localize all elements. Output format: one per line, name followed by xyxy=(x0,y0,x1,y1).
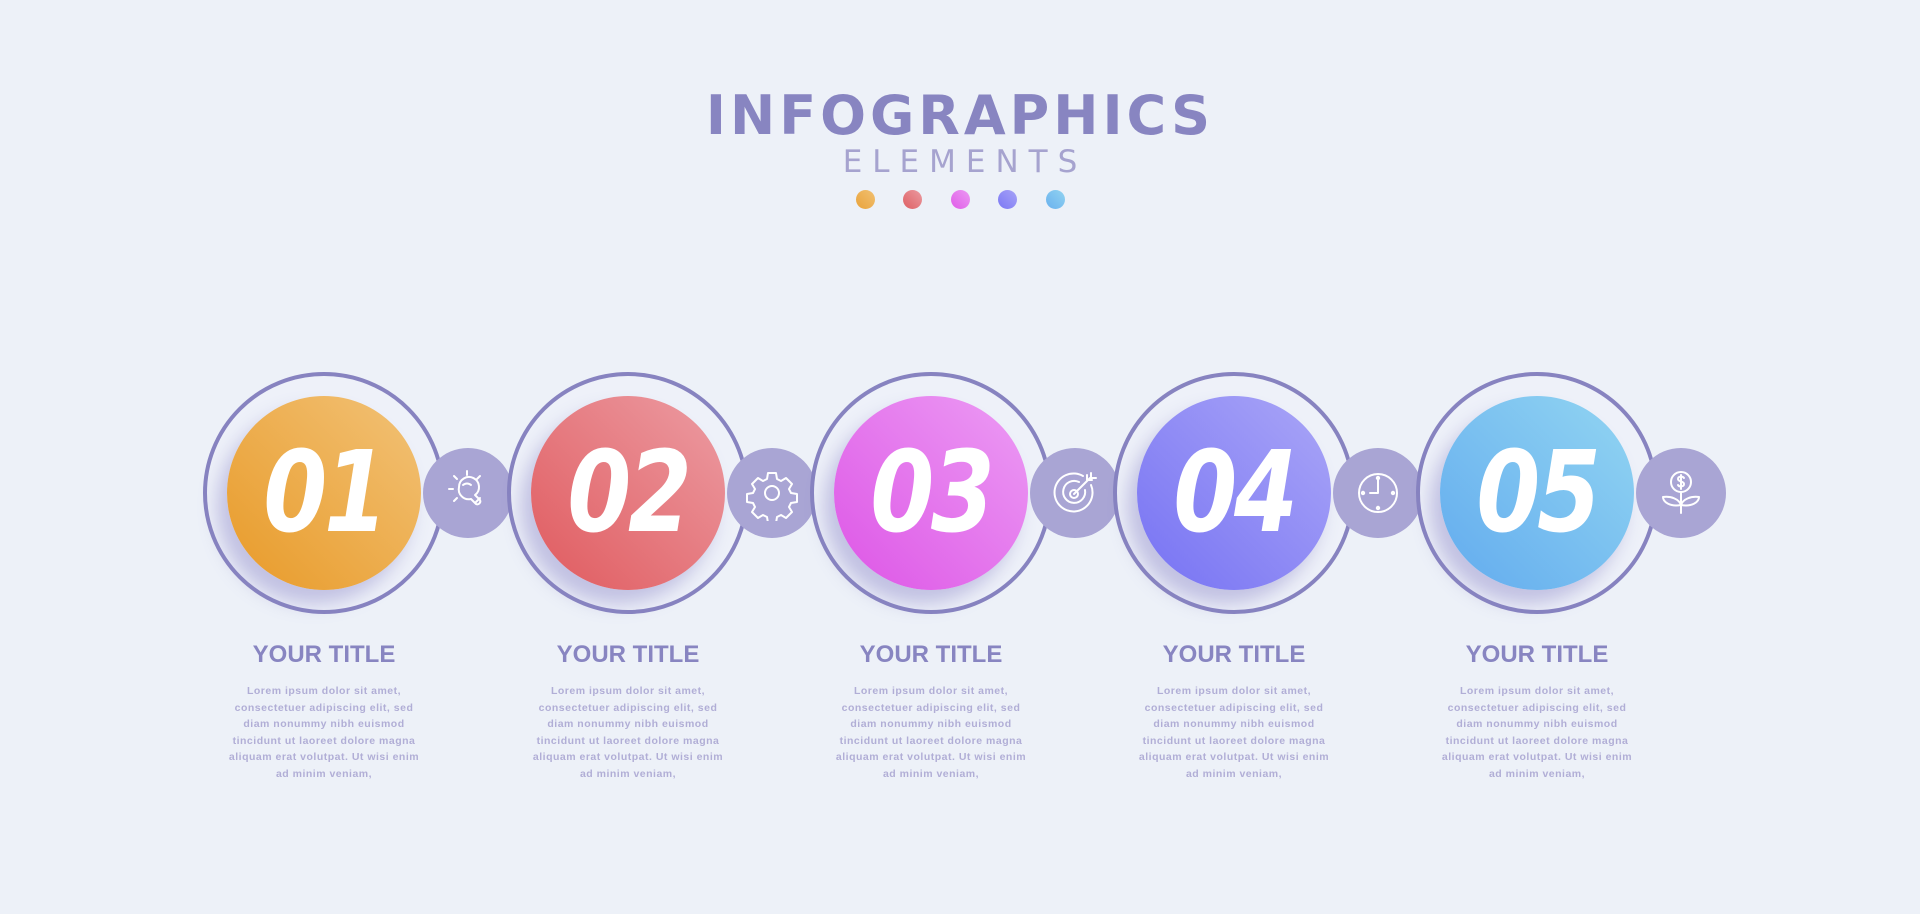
description-line: tincidunt ut laoreet dolore magna xyxy=(1142,734,1326,747)
description-line: aliquam erat volutpat. Ut wisi enim xyxy=(1441,751,1633,763)
step-title: YOUR TITLE xyxy=(1465,641,1609,668)
description-line: consectetuer adipiscing elit, sed xyxy=(538,701,718,714)
description-line: Lorem ipsum dolor sit amet, xyxy=(1156,685,1312,697)
description-line: Lorem ipsum dolor sit amet, xyxy=(1459,685,1615,697)
color-dot-magenta xyxy=(951,190,970,209)
description-line: aliquam erat volutpat. Ut wisi enim xyxy=(835,751,1027,763)
description-line: diam nonummy nibh euismod xyxy=(1153,718,1315,730)
step-description: Lorem ipsum dolor sit amet, consectetuer… xyxy=(518,683,738,782)
step-number: 02 xyxy=(567,428,692,558)
step-number: 01 xyxy=(263,428,388,558)
color-dot-blue xyxy=(1046,190,1065,209)
description-line: diam nonummy nibh euismod xyxy=(850,718,1012,730)
description-line: Lorem ipsum dolor sit amet, xyxy=(246,685,402,697)
lightbulb-icon xyxy=(448,470,482,506)
main-title: INFOGRAPHICS xyxy=(705,84,1215,147)
description-line: consectetuer adipiscing elit, sed xyxy=(1144,701,1324,714)
description-line: diam nonummy nibh euismod xyxy=(243,718,405,730)
description-line: ad minim veniam, xyxy=(1185,767,1283,780)
step-title: YOUR TITLE xyxy=(859,641,1003,668)
gear-icon xyxy=(746,472,798,521)
description-line: ad minim veniam, xyxy=(275,767,373,780)
icon-bubble xyxy=(1333,448,1423,538)
money-plant-icon xyxy=(1662,471,1700,514)
description-line: consectetuer adipiscing elit, sed xyxy=(1447,701,1627,714)
color-dot-violet xyxy=(998,190,1017,209)
description-line: aliquam erat volutpat. Ut wisi enim xyxy=(228,751,420,763)
description-line: tincidunt ut laoreet dolore magna xyxy=(1445,734,1629,747)
step-description: Lorem ipsum dolor sit amet, consectetuer… xyxy=(214,683,434,782)
description-line: diam nonummy nibh euismod xyxy=(1456,718,1618,730)
icon-bubble xyxy=(1636,448,1726,538)
description-line: consectetuer adipiscing elit, sed xyxy=(234,701,414,714)
description-line: tincidunt ut laoreet dolore magna xyxy=(536,734,720,747)
icon-bubble xyxy=(727,448,817,538)
description-line: aliquam erat volutpat. Ut wisi enim xyxy=(532,751,724,763)
description-line: tincidunt ut laoreet dolore magna xyxy=(232,734,416,747)
step-number: 03 xyxy=(870,428,995,558)
color-dots xyxy=(0,190,1920,210)
icon-bubble xyxy=(1030,448,1120,538)
step-number: 04 xyxy=(1173,428,1298,558)
color-dot-red xyxy=(903,190,922,209)
target-icon xyxy=(1053,472,1097,513)
sub-title: ELEMENTS xyxy=(842,144,1088,180)
description-line: aliquam erat volutpat. Ut wisi enim xyxy=(1138,751,1330,763)
description-line: Lorem ipsum dolor sit amet, xyxy=(550,685,706,697)
step-description: Lorem ipsum dolor sit amet, consectetuer… xyxy=(821,683,1041,782)
step-number: 05 xyxy=(1476,428,1601,558)
description-line: diam nonummy nibh euismod xyxy=(547,718,709,730)
description-line: ad minim veniam, xyxy=(579,767,677,780)
description-line: consectetuer adipiscing elit, sed xyxy=(841,701,1021,714)
icon-bubble xyxy=(423,448,513,538)
clock-icon xyxy=(1358,473,1398,513)
description-line: ad minim veniam, xyxy=(1488,767,1586,780)
step-description: Lorem ipsum dolor sit amet, consectetuer… xyxy=(1124,683,1344,782)
step-title: YOUR TITLE xyxy=(1162,641,1306,668)
description-line: tincidunt ut laoreet dolore magna xyxy=(839,734,1023,747)
color-dot-orange xyxy=(856,190,875,209)
description-line: ad minim veniam, xyxy=(882,767,980,780)
step-title: YOUR TITLE xyxy=(556,641,700,668)
description-line: Lorem ipsum dolor sit amet, xyxy=(853,685,1009,697)
step-description: Lorem ipsum dolor sit amet, consectetuer… xyxy=(1427,683,1647,782)
step-title: YOUR TITLE xyxy=(252,641,396,668)
